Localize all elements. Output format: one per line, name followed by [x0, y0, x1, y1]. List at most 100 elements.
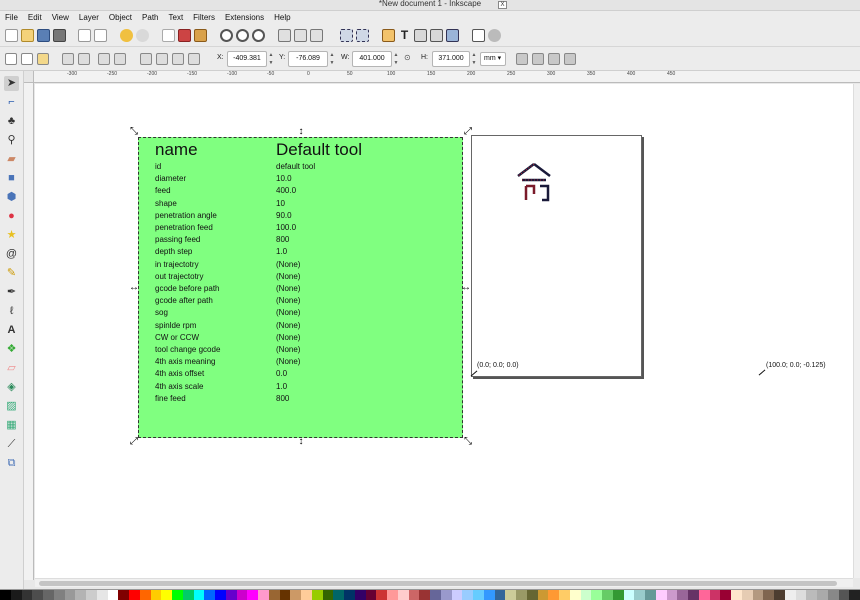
glyph-drawing[interactable]	[512, 160, 556, 204]
palette-swatch[interactable]	[225, 590, 237, 600]
document-properties-icon[interactable]	[472, 29, 485, 42]
palette-swatch[interactable]	[129, 590, 140, 600]
palette-swatch[interactable]	[10, 590, 22, 600]
spiral-tool[interactable]: @	[4, 247, 19, 262]
x-input[interactable]: -409.381	[227, 51, 267, 67]
cut-icon[interactable]	[178, 29, 191, 42]
transform-gradients-icon[interactable]	[548, 53, 560, 65]
vertical-scrollbar[interactable]	[853, 84, 860, 578]
raise-to-top-icon[interactable]	[140, 53, 152, 65]
bucket-tool[interactable]: ◈	[4, 380, 19, 395]
palette-swatch[interactable]	[118, 590, 129, 600]
scale-corners-icon[interactable]	[532, 53, 544, 65]
palette-swatch[interactable]	[182, 590, 194, 600]
palette-swatch[interactable]	[677, 590, 688, 600]
zoom-selection-icon[interactable]	[220, 29, 233, 42]
unlink-clone-icon[interactable]	[310, 29, 323, 42]
paste-icon[interactable]	[194, 29, 207, 42]
palette-swatch[interactable]	[580, 590, 592, 600]
layers-icon[interactable]	[414, 29, 427, 42]
palette-swatch[interactable]	[172, 590, 183, 600]
dropper-tool[interactable]: ⟋	[4, 437, 19, 452]
palette-swatch[interactable]	[376, 590, 387, 600]
eraser-tool[interactable]: ▱	[4, 361, 19, 376]
select-tool[interactable]: ➤	[4, 76, 19, 91]
scale-handle-bottom-right[interactable]: ⤡	[463, 437, 473, 447]
zoom-page-icon[interactable]	[252, 29, 265, 42]
palette-swatch[interactable]	[150, 590, 162, 600]
palette-swatch[interactable]	[451, 590, 463, 600]
palette-swatch[interactable]	[236, 590, 248, 600]
spray-tool[interactable]: ❖	[4, 342, 19, 357]
text-font-icon[interactable]: T	[398, 29, 411, 42]
palette-swatch[interactable]	[53, 590, 65, 600]
palette-swatch[interactable]	[75, 590, 86, 600]
palette-swatch[interactable]	[483, 590, 495, 600]
export-icon[interactable]	[94, 29, 107, 42]
clone-icon[interactable]	[294, 29, 307, 42]
palette-swatch[interactable]	[279, 590, 291, 600]
flip-horizontal-icon[interactable]	[98, 53, 110, 65]
palette-swatch[interactable]	[139, 590, 151, 600]
rotate-cw-icon[interactable]	[78, 53, 90, 65]
palette-swatch[interactable]	[752, 590, 764, 600]
menu-filters[interactable]: Filters	[188, 11, 220, 25]
palette-swatch[interactable]	[623, 590, 635, 600]
palette-swatch[interactable]	[258, 590, 269, 600]
menu-edit[interactable]: Edit	[23, 11, 47, 25]
text-tool[interactable]: A	[4, 323, 19, 338]
gradient-tool[interactable]: ▨	[4, 399, 19, 414]
print-icon[interactable]	[53, 29, 66, 42]
align-distribute-icon[interactable]	[446, 29, 459, 42]
palette-swatch[interactable]	[419, 590, 430, 600]
x-stepper-icon[interactable]: ▲ ▼	[267, 51, 275, 67]
palette-swatch[interactable]	[838, 590, 850, 600]
drawing-canvas[interactable]: name Default tool id default tool diameter…	[35, 84, 853, 578]
pen-tool[interactable]: ✒	[4, 285, 19, 300]
palette-swatch[interactable]	[107, 590, 119, 600]
menu-extensions[interactable]: Extensions	[220, 11, 269, 25]
lower-to-bottom-icon[interactable]	[188, 53, 200, 65]
redo-icon[interactable]	[136, 29, 149, 42]
ungroup-icon[interactable]	[356, 29, 369, 42]
palette-swatch[interactable]	[301, 590, 312, 600]
palette-swatch[interactable]	[215, 590, 226, 600]
flip-vertical-icon[interactable]	[114, 53, 126, 65]
scale-handle-top-left[interactable]: ⤡	[129, 127, 139, 137]
calligraphy-tool[interactable]: ℓ	[4, 304, 19, 319]
import-icon[interactable]	[78, 29, 91, 42]
scale-handle-top-right[interactable]: ⤢	[463, 127, 473, 137]
palette-swatch[interactable]	[86, 590, 97, 600]
xml-editor-icon[interactable]	[430, 29, 443, 42]
select-all-icon[interactable]	[5, 53, 17, 65]
duplicate-icon[interactable]	[278, 29, 291, 42]
star-tool[interactable]: ★	[4, 228, 19, 243]
tweak-tool[interactable]: ♣	[4, 114, 19, 129]
horizontal-ruler[interactable]: -300 -250 -200 -150 -100 -50 0 50 100 15…	[34, 71, 860, 83]
y-stepper-icon[interactable]: ▲ ▼	[328, 51, 336, 67]
raise-icon[interactable]	[156, 53, 168, 65]
palette-swatch[interactable]	[193, 590, 205, 600]
palette-swatch[interactable]	[731, 590, 742, 600]
palette-swatch[interactable]	[806, 590, 817, 600]
save-icon[interactable]	[37, 29, 50, 42]
menu-text[interactable]: Text	[164, 11, 189, 25]
palette-swatch[interactable]	[204, 590, 215, 600]
y-input[interactable]: -76.089	[288, 51, 328, 67]
palette-swatch[interactable]	[494, 590, 506, 600]
palette-swatch[interactable]	[21, 590, 33, 600]
undo-icon[interactable]	[120, 29, 133, 42]
palette-swatch[interactable]	[268, 590, 280, 600]
menu-view[interactable]: View	[47, 11, 74, 25]
fill-stroke-icon[interactable]	[382, 29, 395, 42]
palette-swatch[interactable]	[311, 590, 323, 600]
palette-swatch[interactable]	[688, 590, 699, 600]
menu-layer[interactable]: Layer	[74, 11, 104, 25]
zoom-tool[interactable]: ⚲	[4, 133, 19, 148]
palette-swatch[interactable]	[161, 590, 172, 600]
palette-swatch[interactable]	[741, 590, 753, 600]
palette-swatch[interactable]	[43, 590, 54, 600]
palette-swatch[interactable]	[817, 590, 828, 600]
palette-swatch[interactable]	[354, 590, 366, 600]
lock-ratio-icon[interactable]: ⊙	[404, 53, 411, 62]
